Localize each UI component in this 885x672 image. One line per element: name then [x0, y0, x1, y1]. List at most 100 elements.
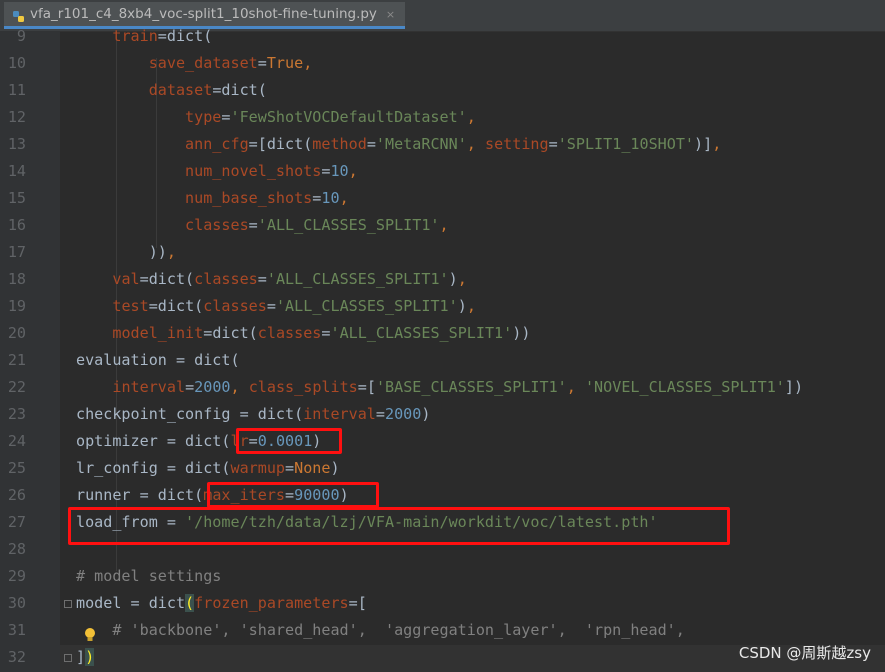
code-line[interactable]: 13 ann_cfg=[dict(method='MetaRCNN', sett… [0, 131, 885, 158]
line-number: 15 [7, 189, 26, 207]
code-line[interactable]: 18 val=dict(classes='ALL_CLASSES_SPLIT1'… [0, 266, 885, 293]
line-number: 11 [7, 81, 26, 99]
code-token: ) [330, 459, 340, 477]
line-number: 12 [7, 108, 26, 126]
code-token: ] [76, 648, 86, 666]
code-line[interactable]: 12 type='FewShotVOCDefaultDataset', [0, 104, 885, 131]
code-text[interactable]: save_dataset=True, [76, 50, 313, 77]
highlight-box-lr [236, 428, 342, 454]
code-line[interactable]: 14 num_novel_shots=10, [0, 158, 885, 185]
code-line[interactable]: 20 model_init=dict(classes='ALL_CLASSES_… [0, 320, 885, 347]
code-text[interactable]: checkpoint_config = dict(interval=2000) [76, 401, 430, 428]
code-token: classes [194, 270, 258, 288]
code-text[interactable]: )), [76, 239, 176, 266]
code-line[interactable]: 16 classes='ALL_CLASSES_SPLIT1', [0, 212, 885, 239]
code-token: , [712, 135, 722, 153]
code-token: =dict( [203, 324, 258, 342]
code-text[interactable]: # 'backbone', 'shared_head', 'aggregatio… [76, 617, 685, 644]
line-number: 30 [7, 594, 26, 612]
code-text[interactable]: lr_config = dict(warmup=None) [76, 455, 340, 482]
code-token: test [112, 297, 149, 315]
fold-marker-icon[interactable] [64, 600, 72, 608]
code-token: )) [512, 324, 531, 342]
highlight-box-load-from [68, 507, 730, 545]
code-line[interactable]: 25 lr_config = dict(warmup=None) [0, 455, 885, 482]
code-text[interactable]: interval=2000, class_splits=['BASE_CLASS… [76, 374, 803, 401]
code-token: 'MetaRCNN' [375, 135, 467, 153]
code-text[interactable]: evaluation = dict( [76, 347, 240, 374]
line-number: 25 [7, 459, 26, 477]
code-line[interactable]: 21 evaluation = dict( [0, 347, 885, 374]
line-number: 24 [7, 432, 26, 450]
code-token: , [303, 54, 313, 72]
code-text[interactable]: model_init=dict(classes='ALL_CLASSES_SPL… [76, 320, 530, 347]
code-token: =[ [348, 594, 367, 612]
code-token: = [366, 135, 376, 153]
code-line[interactable]: 22 interval=2000, class_splits=['BASE_CL… [0, 374, 885, 401]
code-line[interactable]: 29 # model settings [0, 563, 885, 590]
code-line[interactable]: 23 checkpoint_config = dict(interval=2000… [0, 401, 885, 428]
code-token: ( [185, 594, 195, 612]
file-tab-label: vfa_r101_c4_8xb4_voc-split1_10shot-fine-… [30, 6, 377, 22]
code-token: model_init [112, 324, 204, 342]
code-text[interactable]: test=dict(classes='ALL_CLASSES_SPLIT1'), [76, 293, 476, 320]
code-text[interactable]: num_novel_shots=10, [76, 158, 358, 185]
code-token: classes [203, 297, 267, 315]
code-line[interactable]: 24 optimizer = dict(lr=0.0001) [0, 428, 885, 455]
code-token: =[dict( [248, 135, 313, 153]
code-token: , [348, 162, 358, 180]
code-token: =dict( [139, 270, 195, 288]
code-token: None [294, 459, 331, 477]
code-token: 10 [321, 189, 340, 207]
code-line[interactable]: 17 )), [0, 239, 885, 266]
line-number: 9 [16, 27, 26, 45]
code-token: )) [148, 243, 167, 261]
code-token: type [185, 108, 222, 126]
code-text[interactable]: type='FewShotVOCDefaultDataset', [76, 104, 476, 131]
code-token: 'ALL_CLASSES_SPLIT1' [266, 270, 449, 288]
code-line[interactable]: 11 dataset=dict( [0, 77, 885, 104]
code-token: num_base_shots [185, 189, 313, 207]
close-tab-icon[interactable]: × [386, 8, 395, 21]
code-text[interactable]: ]) [76, 644, 95, 671]
code-token: , [466, 135, 485, 153]
code-text[interactable]: val=dict(classes='ALL_CLASSES_SPLIT1'), [76, 266, 466, 293]
code-token: method [312, 135, 367, 153]
code-line[interactable]: 30 model = dict(frozen_parameters=[ [0, 590, 885, 617]
code-text[interactable]: dataset=dict( [76, 77, 267, 104]
lightbulb-icon[interactable] [84, 627, 96, 647]
code-token: , [466, 108, 476, 126]
code-text[interactable]: classes='ALL_CLASSES_SPLIT1', [76, 212, 449, 239]
code-line[interactable]: 15 num_base_shots=10, [0, 185, 885, 212]
code-line[interactable]: 9 train=dict( [0, 23, 885, 50]
code-editor[interactable]: 9 train=dict(10 save_dataset=True, 11 dat… [0, 27, 885, 672]
code-text[interactable]: model = dict(frozen_parameters=[ [76, 590, 367, 617]
code-line[interactable]: 19 test=dict(classes='ALL_CLASSES_SPLIT1… [0, 293, 885, 320]
code-token: dataset [148, 81, 213, 99]
code-line[interactable]: 10 save_dataset=True, [0, 50, 885, 77]
code-token: ann_cfg [185, 135, 249, 153]
code-line[interactable]: 26 runner = dict(max_iters=90000) [0, 482, 885, 509]
code-token: warmup [230, 459, 286, 477]
code-token: 2000 [384, 405, 422, 423]
code-line[interactable]: 31 # 'backbone', 'shared_head', 'aggrega… [0, 617, 885, 644]
code-token: , [466, 297, 476, 315]
code-token: , [439, 216, 449, 234]
code-text[interactable]: ann_cfg=[dict(method='MetaRCNN', setting… [76, 131, 721, 158]
code-token: ) [85, 648, 95, 666]
code-text[interactable]: # model settings [76, 563, 221, 590]
code-text[interactable]: train=dict( [76, 23, 212, 50]
code-text[interactable]: num_base_shots=10, [76, 185, 349, 212]
code-token: # 'backbone', 'shared_head', 'aggregatio… [112, 621, 685, 639]
code-token: ) [448, 270, 458, 288]
fold-marker-icon[interactable] [64, 654, 72, 662]
code-token: save_dataset [148, 54, 258, 72]
code-token: setting [484, 135, 549, 153]
code-token: lr_config = dict( [76, 459, 231, 477]
code-token: , [339, 189, 349, 207]
code-token: frozen_parameters [194, 594, 349, 612]
line-number: 26 [7, 486, 26, 504]
